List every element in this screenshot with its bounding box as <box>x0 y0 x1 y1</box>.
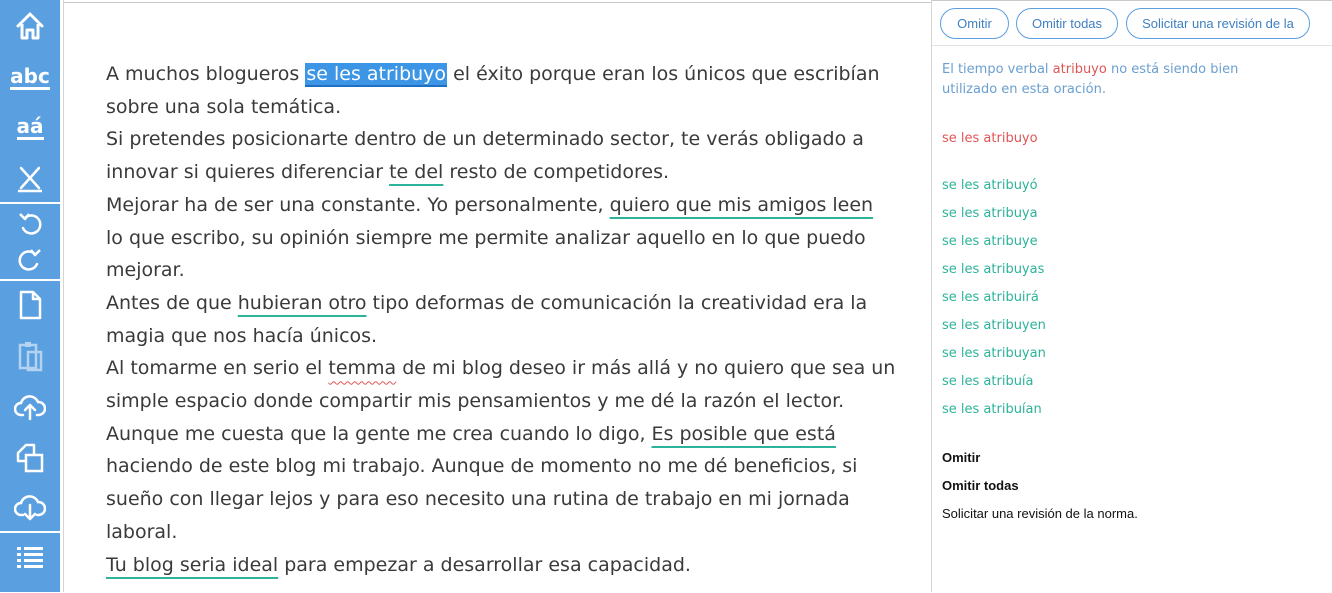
redo-button[interactable] <box>0 242 60 276</box>
paragraph: Mejorar ha de ser una constante. Yo pers… <box>106 189 896 287</box>
error-message: El tiempo verbal atribuyo no está siendo… <box>942 60 1262 100</box>
panel-toolbar: Omitir Omitir todas Solicitar una revisi… <box>932 0 1332 46</box>
text-run: resto de competidores. <box>443 161 670 184</box>
grammar-error[interactable]: Tu blog seria ideal <box>106 554 278 576</box>
action-list: Omitir Omitir todas Solicitar una revisi… <box>942 448 1138 532</box>
list-button[interactable] <box>0 536 60 578</box>
divider <box>0 279 60 281</box>
clear-format-button[interactable] <box>0 158 60 200</box>
request-review-button[interactable]: Solicitar una revisión de la <box>1126 8 1310 39</box>
paragraph: Aunque me cuesta que la gente me crea cu… <box>106 418 896 549</box>
undo-icon <box>19 213 42 235</box>
grammar-error[interactable]: hubieran otro <box>238 292 367 314</box>
error-word: atribuyo <box>1052 62 1107 77</box>
suggestion-item[interactable]: se les atribuían <box>942 400 1046 428</box>
paragraph: Antes de que hubieran otro tipo deformas… <box>106 287 896 352</box>
redo-icon <box>18 249 41 271</box>
message-text: El tiempo verbal <box>942 62 1053 77</box>
home-button[interactable] <box>0 4 60 48</box>
copy-button[interactable] <box>0 434 60 480</box>
paragraph: Al tomarme en serio el temma de mi blog … <box>106 352 896 417</box>
skip-all-action[interactable]: Omitir todas <box>942 476 1138 504</box>
text-run: Aunque me cuesta que la gente me crea cu… <box>106 422 652 445</box>
text-run: para empezar a desarrollar esa capacidad… <box>278 553 691 576</box>
paste-icon <box>18 342 43 372</box>
grammar-error[interactable]: te del <box>389 161 443 183</box>
correction-panel: Omitir Omitir todas Solicitar una revisi… <box>931 0 1332 592</box>
paragraph: A muchos blogueros se les atribuyo el éx… <box>106 58 896 123</box>
text-run: Mejorar ha de ser una constante. Yo pers… <box>106 193 610 216</box>
accent-check-button[interactable]: aá <box>0 104 60 150</box>
paragraph: Tu blog seria ideal para empezar a desar… <box>106 549 896 582</box>
undo-button[interactable] <box>0 206 60 240</box>
download-icon <box>14 495 46 521</box>
new-document-button[interactable] <box>0 284 60 326</box>
text-editor[interactable]: A muchos blogueros se les atribuyo el éx… <box>64 2 931 593</box>
spell-check-icon: abc <box>10 65 50 90</box>
home-icon <box>16 12 44 40</box>
skip-button[interactable]: Omitir <box>940 8 1009 39</box>
upload-icon <box>14 395 46 421</box>
spell-check-button[interactable]: abc <box>0 54 60 100</box>
suggestion-list: se les atribuyó se les atribuya se les a… <box>942 176 1046 428</box>
accent-check-label: aá <box>16 113 44 138</box>
upload-button[interactable] <box>0 385 60 429</box>
download-button[interactable] <box>0 485 60 529</box>
suggestion-item[interactable]: se les atribuía <box>942 372 1046 400</box>
suggestion-item[interactable]: se les atribuye <box>942 232 1046 260</box>
copy-icon <box>16 443 44 473</box>
selected-error[interactable]: se les atribuyo <box>305 63 448 85</box>
skip-all-button[interactable]: Omitir todas <box>1016 8 1118 39</box>
divider <box>0 202 60 204</box>
suggestion-item[interactable]: se les atribuyas <box>942 260 1046 288</box>
grammar-error[interactable]: Es posible que está <box>652 423 836 445</box>
suggestion-item[interactable]: se les atribuyó <box>942 176 1046 204</box>
divider <box>0 531 60 533</box>
accent-check-icon: aá <box>16 113 44 140</box>
spelling-error[interactable]: temma <box>328 357 396 379</box>
list-icon <box>17 547 43 568</box>
text-run: lo que escribo, su opinión siempre me pe… <box>106 226 866 282</box>
text-run: Antes de que <box>106 291 238 314</box>
clear-format-icon <box>18 166 42 193</box>
new-document-icon <box>19 290 42 320</box>
text-run: Al tomarme en serio el <box>106 357 329 380</box>
suggestion-item[interactable]: se les atribuyan <box>942 344 1046 372</box>
text-run: A muchos blogueros <box>106 63 306 85</box>
grammar-error[interactable]: quiero que mis amigos leen <box>610 194 873 216</box>
suggestion-item[interactable]: se les atribuya <box>942 204 1046 232</box>
suggestion-item[interactable]: se les atribuyen <box>942 316 1046 344</box>
request-review-action[interactable]: Solicitar una revisión de la norma. <box>942 504 1138 532</box>
suggestion-item[interactable]: se les atribuirá <box>942 288 1046 316</box>
text-run: haciendo de este blog mi trabajo. Aunque… <box>106 455 858 543</box>
toolbar-sidebar: abc aá <box>0 0 60 592</box>
document-text[interactable]: A muchos blogueros se les atribuyo el éx… <box>106 58 896 581</box>
original-text: se les atribuyo <box>942 131 1038 146</box>
paragraph: Si pretendes posicionarte dentro de un d… <box>106 123 896 188</box>
skip-action[interactable]: Omitir <box>942 448 1138 476</box>
spell-check-label: abc <box>10 63 50 88</box>
paste-button[interactable] <box>0 334 60 378</box>
